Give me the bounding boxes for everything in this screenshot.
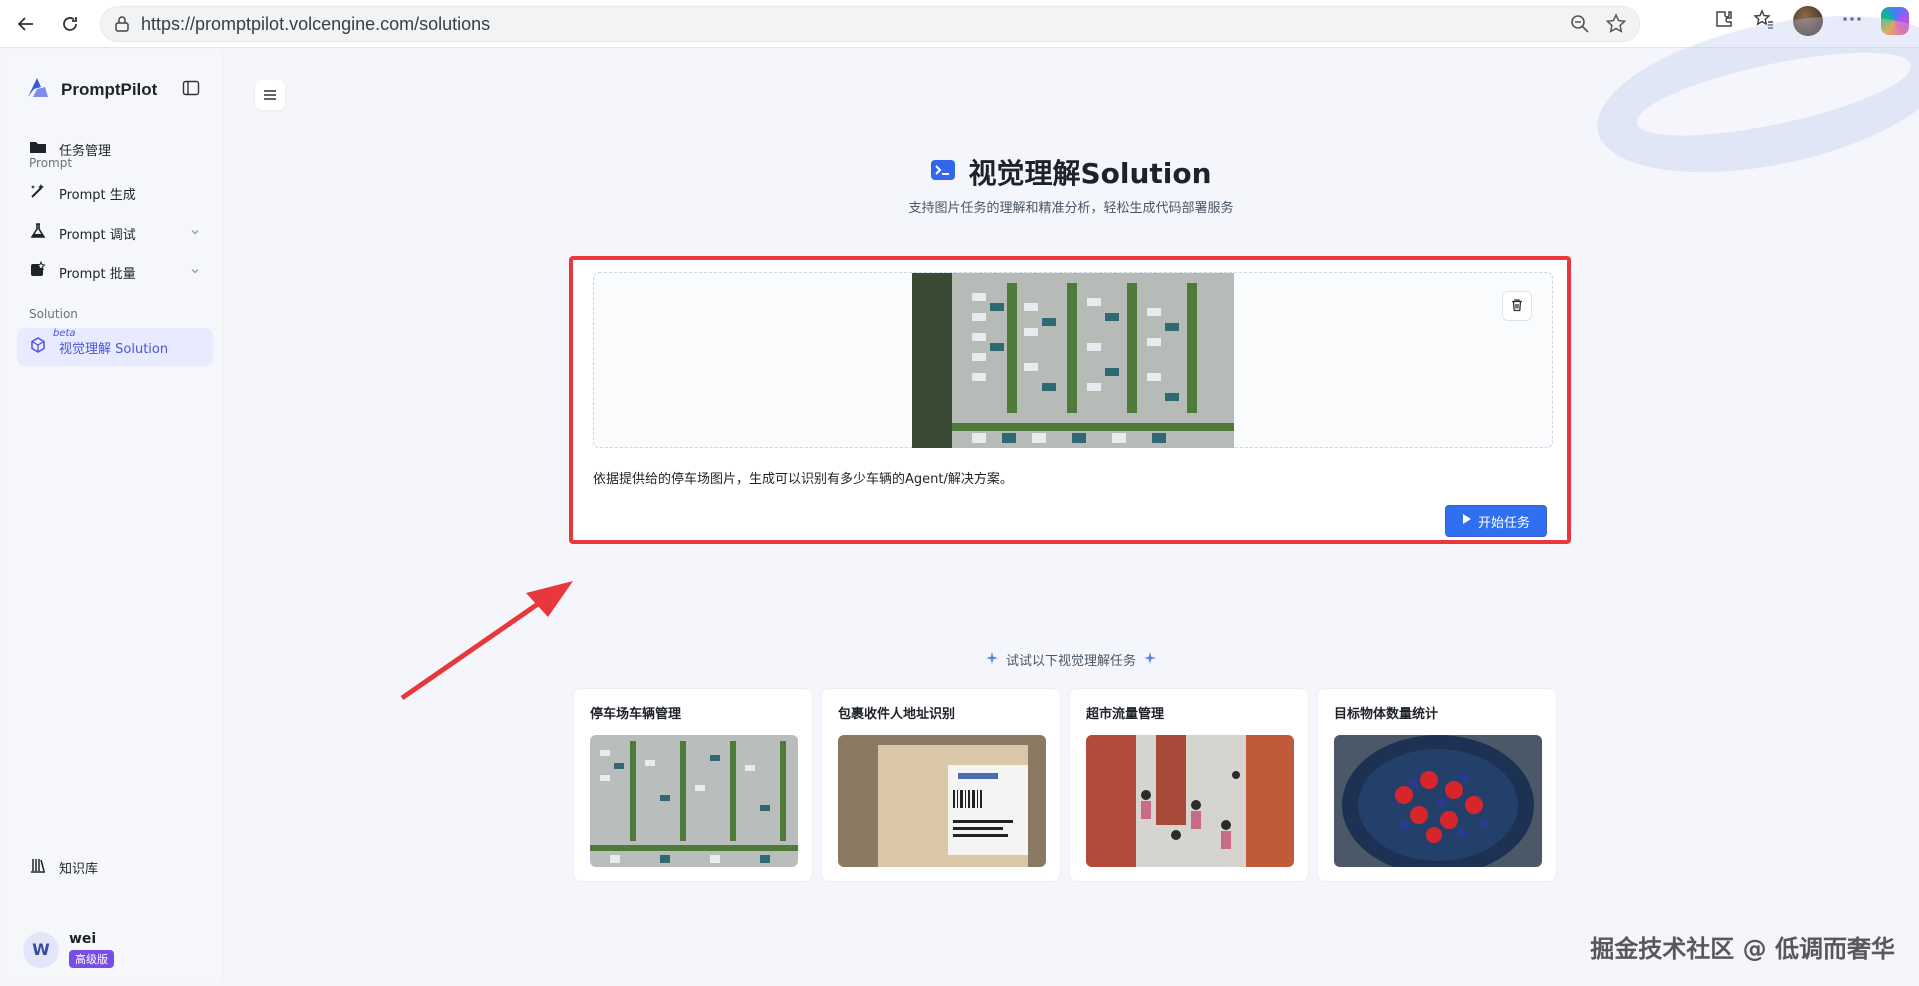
hamburger-icon bbox=[263, 86, 277, 105]
example-cards: 停车场车辆管理 包裹收件人地址识别 超市流量管理 目标物体数量统计 bbox=[573, 688, 1557, 882]
sidebar-item-label: 视觉理解 Solution bbox=[59, 341, 169, 357]
magic-wand-icon bbox=[29, 182, 47, 204]
example-title: 目标物体数量统计 bbox=[1334, 707, 1439, 722]
extensions-icon[interactable] bbox=[1713, 8, 1735, 34]
section-solution: Solution bbox=[29, 307, 78, 321]
site-info-icon[interactable] bbox=[113, 15, 131, 37]
url-text: https://promptpilot.volcengine.com/solut… bbox=[141, 13, 491, 34]
image-upload-area[interactable] bbox=[593, 272, 1553, 448]
sidebar-item-prompt-batch[interactable]: Prompt 批量 bbox=[17, 253, 213, 291]
example-card-parking[interactable]: 停车场车辆管理 bbox=[573, 688, 813, 882]
parking-lot-thumbnail bbox=[590, 735, 798, 867]
try-examples-label: 试试以下视觉理解任务 bbox=[1005, 654, 1136, 669]
page-header: 视觉理解Solution bbox=[223, 152, 1919, 192]
sidebar-item-prompt-debug[interactable]: Prompt 调试 bbox=[17, 214, 213, 252]
play-icon bbox=[1462, 513, 1472, 529]
example-card-parcel[interactable]: 包裹收件人地址识别 bbox=[821, 688, 1061, 882]
example-title: 包裹收件人地址识别 bbox=[838, 707, 956, 722]
sidebar-item-label: Prompt 批量 bbox=[59, 266, 136, 282]
chevron-down-icon[interactable] bbox=[189, 265, 201, 281]
example-title: 停车场车辆管理 bbox=[590, 707, 682, 722]
red-arrow-annotation bbox=[398, 577, 578, 706]
delete-image-button[interactable] bbox=[1502, 291, 1532, 321]
browser-toolbar: https://promptpilot.volcengine.com/solut… bbox=[0, 0, 1919, 48]
address-bar[interactable]: https://promptpilot.volcengine.com/solut… bbox=[100, 6, 1640, 42]
sidebar-item-label: Prompt 生成 bbox=[59, 187, 136, 203]
uploaded-parking-lot-image bbox=[912, 273, 1234, 448]
plan-badge: 高级版 bbox=[69, 950, 114, 968]
try-examples-header: 试试以下视觉理解任务 bbox=[223, 650, 1919, 669]
main-content: 视觉理解Solution 支持图片任务的理解和精准分析，轻松生成代码部署服务 依… bbox=[223, 0, 1919, 986]
sidebar-collapse-icon[interactable] bbox=[182, 80, 200, 100]
library-icon bbox=[29, 856, 47, 878]
sparkle-icon bbox=[985, 651, 998, 668]
example-card-object-count[interactable]: 目标物体数量统计 bbox=[1317, 688, 1557, 882]
page-subtitle: 支持图片任务的理解和精准分析，轻松生成代码部署服务 bbox=[908, 201, 1234, 216]
trash-icon bbox=[1510, 297, 1524, 316]
task-prompt-text[interactable]: 依据提供给的停车场图片，生成可以识别有多少车辆的Agent/解决方案。 bbox=[593, 468, 1013, 487]
menu-toggle-button[interactable] bbox=[255, 80, 285, 110]
visual-cube-icon bbox=[29, 336, 47, 358]
sidebar: PromptPilot 任务管理 Prompt Prompt 生成 Prompt… bbox=[5, 52, 223, 982]
brand[interactable]: PromptPilot bbox=[25, 76, 157, 104]
batch-star-icon bbox=[29, 260, 47, 283]
section-prompt: Prompt bbox=[29, 156, 73, 170]
sparkle-icon bbox=[1144, 651, 1156, 668]
watermark: 掘金技术社区 @ 低调而奢华 bbox=[1590, 935, 1895, 963]
beta-tag: beta bbox=[53, 328, 76, 339]
sidebar-item-knowledge-base[interactable]: 知识库 bbox=[17, 848, 213, 886]
brand-name: PromptPilot bbox=[61, 80, 158, 99]
zoom-icon[interactable] bbox=[1569, 13, 1591, 39]
chevron-down-icon[interactable] bbox=[189, 226, 201, 242]
task-input-card: 依据提供给的停车场图片，生成可以识别有多少车辆的Agent/解决方案。 开始任务 bbox=[569, 256, 1571, 544]
example-card-supermarket[interactable]: 超市流量管理 bbox=[1069, 688, 1309, 882]
berries-plate-thumbnail bbox=[1334, 735, 1542, 867]
example-title: 超市流量管理 bbox=[1086, 707, 1165, 722]
page-title: 视觉理解Solution bbox=[968, 157, 1212, 190]
user-avatar: W bbox=[23, 931, 59, 968]
sidebar-item-prompt-generate[interactable]: Prompt 生成 bbox=[17, 174, 213, 212]
start-task-label: 开始任务 bbox=[1477, 515, 1530, 531]
back-icon[interactable] bbox=[8, 6, 44, 42]
parcel-label-thumbnail bbox=[838, 735, 1046, 867]
sidebar-item-label: Prompt 调试 bbox=[59, 227, 136, 243]
promptpilot-logo-icon bbox=[25, 76, 51, 104]
user-name: wei bbox=[69, 931, 97, 947]
flask-icon bbox=[29, 222, 47, 244]
supermarket-thumbnail bbox=[1086, 735, 1294, 867]
sidebar-item-label: 知识库 bbox=[59, 861, 99, 877]
sidebar-item-visual-solution[interactable]: beta 视觉理解 Solution bbox=[17, 328, 213, 366]
terminal-icon bbox=[930, 158, 956, 186]
refresh-icon[interactable] bbox=[52, 6, 88, 42]
user-profile[interactable]: W wei 高级版 bbox=[23, 931, 114, 968]
start-task-button[interactable]: 开始任务 bbox=[1445, 505, 1547, 537]
favorite-star-icon[interactable] bbox=[1605, 13, 1627, 39]
